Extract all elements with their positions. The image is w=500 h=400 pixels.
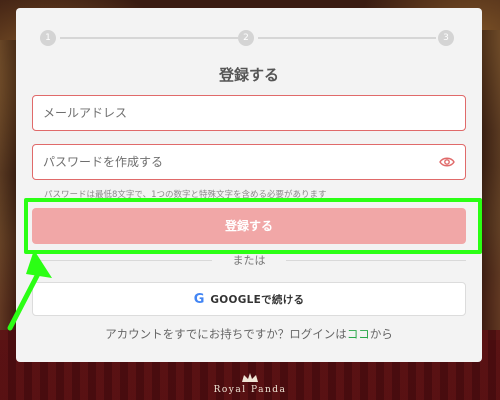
background-pillar-right [482,30,500,340]
email-field-container [32,95,466,131]
password-field[interactable] [33,145,413,179]
stepper-line [258,37,436,39]
highlight-box: 登録する [24,198,482,254]
step-1: 1 [40,30,56,46]
login-prompt: アカウントをすでにお持ちですか？ログインはココから [16,326,482,342]
password-field-container [32,144,466,180]
eye-icon[interactable] [439,156,455,168]
login-link[interactable]: ココ [347,327,370,341]
crown-icon [242,373,258,382]
google-button-label: GOOGLEで続ける [210,293,305,306]
registration-card: 1 2 3 登録する パスワードは最低8文字で、1つの数字と特殊文字を含める必要… [16,8,482,362]
login-suffix-text: から [369,327,393,341]
stepper-line [60,37,238,39]
login-prompt-text: アカウントをすでにお持ちですか？ログインは [105,327,347,341]
step-3: 3 [438,30,454,46]
brand-name: Royal Panda [213,385,287,395]
divider-line [286,260,466,261]
google-signin-button[interactable]: G GOOGLEで続ける [32,282,466,316]
google-icon: G [193,291,205,307]
brand-logo: Royal Panda [0,372,500,395]
email-field[interactable] [33,96,413,130]
step-2: 2 [238,30,254,46]
register-button[interactable]: 登録する [32,208,466,244]
divider-or: または [32,252,466,268]
arrow-icon [7,250,52,331]
page-title: 登録する [218,66,279,84]
progress-stepper: 1 2 3 [40,30,454,46]
